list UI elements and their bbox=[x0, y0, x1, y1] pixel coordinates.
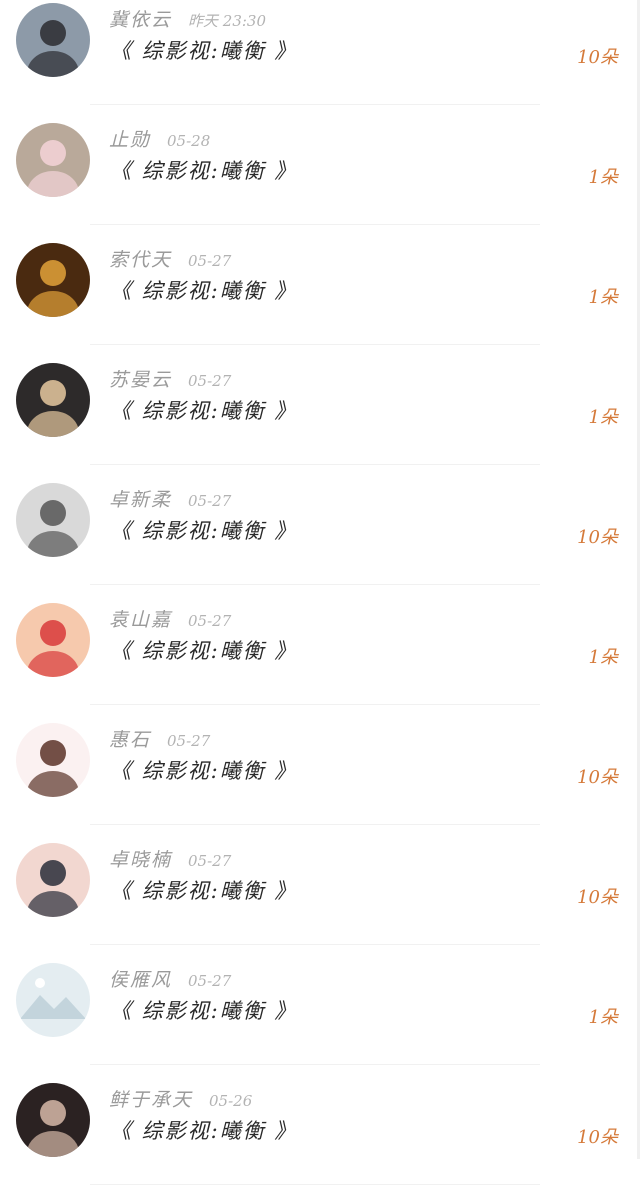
list-item[interactable]: 苏晏云 05-27 《 综影视:曦衡 》 1朵 bbox=[0, 345, 640, 465]
timestamp: 05-27 bbox=[188, 852, 232, 870]
list-item[interactable]: 卓晓楠 05-27 《 综影视:曦衡 》 10朵 bbox=[0, 825, 640, 945]
gift-amount: 1朵 bbox=[588, 407, 618, 428]
image-unavailable-icon bbox=[16, 963, 90, 1037]
avatar[interactable] bbox=[16, 963, 90, 1037]
user-name[interactable]: 苏晏云 bbox=[109, 369, 172, 391]
avatar[interactable] bbox=[16, 363, 90, 437]
user-name[interactable]: 索代天 bbox=[109, 249, 172, 271]
timestamp: 05-27 bbox=[167, 732, 211, 750]
gift-amount: 1朵 bbox=[588, 1007, 618, 1028]
avatar[interactable] bbox=[16, 843, 90, 917]
gift-book-title: 《 综影视:曦衡 》 bbox=[110, 279, 298, 303]
avatar-illustration-icon bbox=[16, 603, 90, 677]
gift-amount: 10朵 bbox=[577, 767, 618, 788]
timestamp: 05-27 bbox=[188, 252, 232, 270]
avatar-photo-icon bbox=[16, 243, 90, 317]
list-item-meta: 索代天 05-27 bbox=[109, 245, 232, 271]
avatar[interactable] bbox=[16, 483, 90, 557]
list-item[interactable]: 袁山嘉 05-27 《 综影视:曦衡 》 1朵 bbox=[0, 585, 640, 705]
timestamp: 05-27 bbox=[188, 972, 232, 990]
timestamp: 05-27 bbox=[188, 612, 232, 630]
avatar[interactable] bbox=[16, 603, 90, 677]
list-item-meta: 止勋 05-28 bbox=[109, 125, 211, 151]
gift-amount: 10朵 bbox=[577, 887, 618, 908]
gift-amount: 1朵 bbox=[588, 167, 618, 188]
list-item[interactable]: 卓新柔 05-27 《 综影视:曦衡 》 10朵 bbox=[0, 465, 640, 585]
list-item[interactable]: 索代天 05-27 《 综影视:曦衡 》 1朵 bbox=[0, 225, 640, 345]
gift-list: 冀依云昨天 23:30 《 综影视:曦衡 》 10朵 止勋 05-28 《 综影视… bbox=[0, 0, 640, 1185]
list-item-meta: 卓晓楠 05-27 bbox=[109, 845, 232, 871]
list-item[interactable]: 鲜于承天 05-26 《 综影视:曦衡 》 10朵 bbox=[0, 1065, 640, 1185]
avatar[interactable] bbox=[16, 723, 90, 797]
avatar-photo-icon bbox=[16, 483, 90, 557]
list-item[interactable]: 止勋 05-28 《 综影视:曦衡 》 1朵 bbox=[0, 105, 640, 225]
list-item-meta: 冀依云昨天 23:30 bbox=[109, 5, 267, 31]
gift-book-title: 《 综影视:曦衡 》 bbox=[110, 399, 298, 423]
user-name[interactable]: 袁山嘉 bbox=[109, 609, 172, 631]
timestamp: 05-26 bbox=[209, 1092, 253, 1110]
list-item-meta: 鲜于承天 05-26 bbox=[109, 1085, 253, 1111]
list-item[interactable]: 侯雁风 05-27 《 综影视:曦衡 》 1朵 bbox=[0, 945, 640, 1065]
gift-book-title: 《 综影视:曦衡 》 bbox=[110, 879, 298, 903]
gift-amount: 1朵 bbox=[588, 287, 618, 308]
avatar[interactable] bbox=[16, 1083, 90, 1157]
avatar-photo-icon bbox=[16, 1083, 90, 1157]
gift-book-title: 《 综影视:曦衡 》 bbox=[110, 1119, 298, 1143]
list-item-meta: 侯雁风 05-27 bbox=[109, 965, 232, 991]
user-name[interactable]: 冀依云 bbox=[109, 9, 172, 31]
avatar[interactable] bbox=[16, 243, 90, 317]
user-name[interactable]: 卓晓楠 bbox=[109, 849, 172, 871]
timestamp: 05-27 bbox=[188, 492, 232, 510]
gift-book-title: 《 综影视:曦衡 》 bbox=[110, 639, 298, 663]
user-name[interactable]: 惠石 bbox=[109, 729, 151, 751]
user-name[interactable]: 鲜于承天 bbox=[109, 1089, 193, 1111]
avatar-photo-icon bbox=[16, 3, 90, 77]
gift-book-title: 《 综影视:曦衡 》 bbox=[110, 39, 298, 63]
list-item-meta: 袁山嘉 05-27 bbox=[109, 605, 232, 631]
avatar-illustration-icon bbox=[16, 723, 90, 797]
list-item[interactable]: 冀依云昨天 23:30 《 综影视:曦衡 》 10朵 bbox=[0, 0, 640, 105]
list-item-meta: 卓新柔 05-27 bbox=[109, 485, 232, 511]
gift-amount: 10朵 bbox=[577, 527, 618, 548]
list-item[interactable]: 惠石 05-27 《 综影视:曦衡 》 10朵 bbox=[0, 705, 640, 825]
gift-book-title: 《 综影视:曦衡 》 bbox=[110, 159, 298, 183]
avatar[interactable] bbox=[16, 123, 90, 197]
avatar-illustration-icon bbox=[16, 363, 90, 437]
timestamp: 05-27 bbox=[188, 372, 232, 390]
gift-book-title: 《 综影视:曦衡 》 bbox=[110, 519, 298, 543]
gift-amount: 10朵 bbox=[577, 47, 618, 68]
list-item-meta: 惠石 05-27 bbox=[109, 725, 211, 751]
gift-amount: 1朵 bbox=[588, 647, 618, 668]
user-name[interactable]: 侯雁风 bbox=[109, 969, 172, 991]
gift-book-title: 《 综影视:曦衡 》 bbox=[110, 999, 298, 1023]
user-name[interactable]: 止勋 bbox=[109, 129, 151, 151]
avatar-photo-icon bbox=[16, 123, 90, 197]
user-name[interactable]: 卓新柔 bbox=[109, 489, 172, 511]
gift-amount: 10朵 bbox=[577, 1127, 618, 1148]
avatar-illustration-icon bbox=[16, 843, 90, 917]
list-item-meta: 苏晏云 05-27 bbox=[109, 365, 232, 391]
avatar[interactable] bbox=[16, 3, 90, 77]
timestamp: 昨天 23:30 bbox=[188, 12, 267, 30]
timestamp: 05-28 bbox=[167, 132, 211, 150]
gift-book-title: 《 综影视:曦衡 》 bbox=[110, 759, 298, 783]
